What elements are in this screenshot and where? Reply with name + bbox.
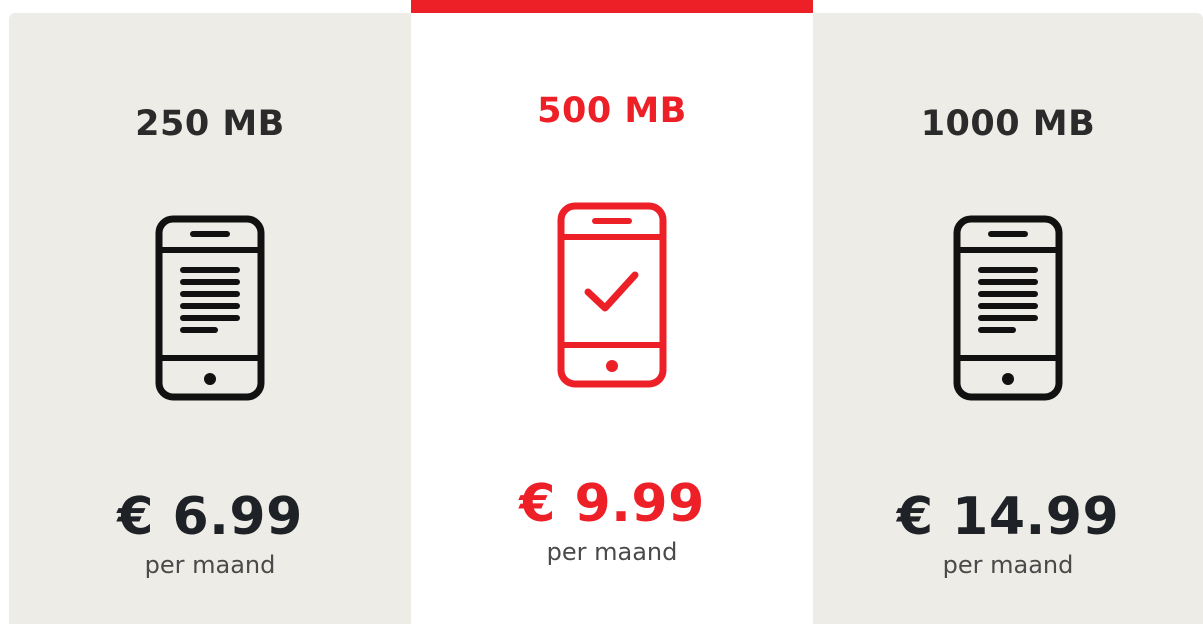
plan-price: € 9.99 bbox=[519, 474, 705, 534]
plan-card-1000mb[interactable]: 1000 MB € 14.99 per maand bbox=[813, 13, 1203, 624]
plan-name: 1000 MB bbox=[920, 104, 1096, 144]
plan-card-250mb[interactable]: 250 MB € 6.99 per maand bbox=[9, 13, 411, 624]
phone-text-icon bbox=[155, 215, 265, 401]
plan-card-500mb[interactable]: 500 MB € 9.99 per maand bbox=[411, 0, 813, 624]
plan-period: per maand bbox=[144, 551, 276, 579]
plan-comparison: 250 MB € 6.99 per maand 500 MB € 9.99 pe… bbox=[0, 0, 1203, 624]
featured-accent-bar bbox=[411, 0, 813, 13]
phone-text-icon bbox=[953, 215, 1063, 401]
plan-name: 500 MB bbox=[537, 91, 687, 131]
plan-period: per maand bbox=[942, 551, 1074, 579]
phone-check-icon bbox=[557, 202, 667, 388]
plan-price: € 6.99 bbox=[117, 487, 303, 547]
plan-name: 250 MB bbox=[135, 104, 285, 144]
plan-price: € 14.99 bbox=[896, 487, 1120, 547]
plan-period: per maand bbox=[546, 538, 678, 566]
